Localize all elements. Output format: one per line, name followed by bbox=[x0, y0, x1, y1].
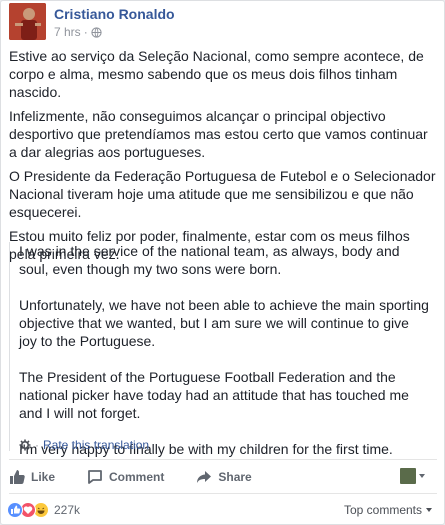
thumbs-up-icon bbox=[10, 470, 25, 484]
like-label: Like bbox=[31, 470, 56, 484]
action-bar: Like Comment Share bbox=[9, 465, 437, 489]
post-paragraph: O Presidente da Federação Portuguesa de … bbox=[9, 168, 436, 220]
author-avatar[interactable] bbox=[9, 3, 46, 40]
comment-button[interactable]: Comment bbox=[87, 469, 164, 485]
translation-paragraph: I was in the service of the national tea… bbox=[19, 243, 400, 277]
translation-paragraph: The President of the Portuguese Football… bbox=[19, 369, 409, 421]
like-button[interactable]: Like bbox=[9, 469, 55, 485]
like-reaction-icon bbox=[7, 502, 23, 518]
post-paragraph: Estive ao serviço da Seleção Nacional, c… bbox=[9, 48, 424, 100]
globe-icon[interactable] bbox=[91, 26, 102, 38]
post-body: Estive ao serviço da Seleção Nacional, c… bbox=[9, 47, 437, 269]
comment-label: Comment bbox=[109, 470, 165, 484]
post-timestamp[interactable]: 7 hrs bbox=[54, 25, 81, 39]
posting-as-selector[interactable] bbox=[400, 468, 425, 484]
translation-paragraph: Unfortunately, we have not been able to … bbox=[19, 297, 429, 349]
post-header: Cristiano Ronaldo 7 hrs · bbox=[9, 3, 175, 43]
reaction-count: 227k bbox=[54, 503, 81, 517]
post-meta: 7 hrs · bbox=[54, 25, 175, 39]
actions-divider bbox=[9, 459, 437, 460]
author-name[interactable]: Cristiano Ronaldo bbox=[54, 6, 175, 23]
post-card: Cristiano Ronaldo 7 hrs · Estive ao serv… bbox=[0, 0, 445, 525]
rate-translation-link[interactable]: Rate this translation bbox=[43, 436, 149, 454]
comment-sort-label: Top comments bbox=[343, 503, 422, 517]
rate-translation-row: · Rate this translation bbox=[19, 436, 149, 454]
chevron-down-icon bbox=[419, 474, 425, 478]
share-arrow-icon bbox=[197, 471, 212, 483]
comment-icon bbox=[88, 470, 102, 484]
chevron-down-icon bbox=[426, 508, 432, 512]
translation-block: I was in the service of the national tea… bbox=[9, 242, 437, 457]
gear-icon[interactable] bbox=[19, 439, 31, 451]
reactions-divider bbox=[9, 493, 437, 494]
avatar-image bbox=[9, 3, 46, 40]
comment-sort-dropdown[interactable]: Top comments bbox=[344, 503, 432, 517]
share-label: Share bbox=[218, 470, 252, 484]
meta-separator: · bbox=[83, 25, 88, 39]
reactions-summary[interactable]: 227k bbox=[7, 500, 80, 520]
rate-separator: · bbox=[35, 438, 39, 452]
share-button[interactable]: Share bbox=[196, 469, 252, 485]
post-paragraph: Infelizmente, não conseguimos alcançar o… bbox=[9, 108, 428, 160]
viewer-avatar bbox=[400, 468, 416, 484]
